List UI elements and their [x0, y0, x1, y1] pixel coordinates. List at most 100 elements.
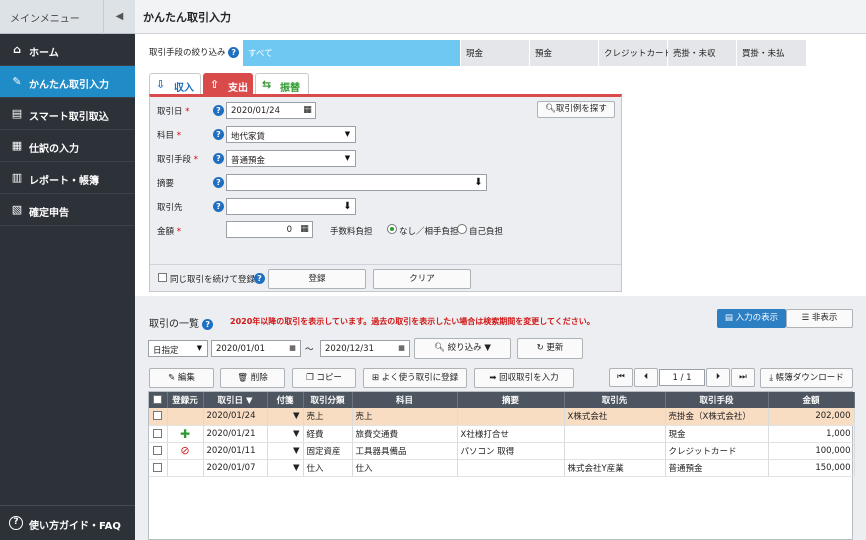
sidebar-item-label: かんたん取引入力 [29, 80, 109, 91]
column-header[interactable]: 取引分類 [303, 392, 353, 408]
help-icon[interactable]: ? [213, 201, 224, 212]
filter-credit-card[interactable]: クレジットカード [599, 40, 672, 66]
cell-method: 普通預金 [665, 459, 769, 477]
edit-button[interactable]: ✎ 編集 [149, 368, 214, 388]
amount-input[interactable]: 0 ▦ [226, 221, 313, 238]
sidebar-item-reports[interactable]: ▥ レポート・帳簿 [0, 162, 135, 194]
sidebar-item-journal[interactable]: ▦ 仕訳の入力 [0, 130, 135, 162]
period-to-input[interactable]: 2020/12/31 ▦ [320, 340, 410, 357]
select-all-cell[interactable] [149, 392, 168, 408]
row-checkbox[interactable] [153, 411, 163, 421]
column-header[interactable]: 科目 [352, 392, 458, 408]
filter-all[interactable]: すべて [243, 40, 460, 66]
first-page-button[interactable]: ⏮ [609, 368, 633, 387]
column-header[interactable]: 登録元 [167, 392, 204, 408]
next-page-button[interactable]: ⏵ [706, 368, 730, 387]
cell-class: 経費 [303, 425, 353, 443]
table-row[interactable]: ⊘ 2020/01/11 ▼ 固定資産 工具器具備品 パソコン 取得 クレジット… [149, 442, 855, 460]
tab-income[interactable]: ⇩ 収入 [149, 73, 201, 95]
period-type-select[interactable]: 日指定 ▼ [148, 340, 208, 357]
account-select[interactable]: 地代家賃 ▼ [226, 126, 356, 143]
tab-expense[interactable]: ⇧ 支出 [203, 73, 253, 95]
clear-button[interactable]: クリア [373, 269, 471, 289]
sidebar-item-label: ホーム [29, 48, 59, 59]
partner-input[interactable]: ⬇ [226, 198, 356, 215]
tag-dropdown-icon[interactable]: ▼ [293, 463, 300, 473]
collapse-icon[interactable]: ◀ [103, 0, 135, 34]
table-row[interactable]: 2020/01/24 ▼ 売上 売上 X株式会社 売掛金（X株式会社） 202,… [149, 408, 855, 426]
tag-dropdown-icon[interactable]: ▼ [293, 429, 300, 439]
sidebar-item-tax-return[interactable]: ▧ 確定申告 [0, 194, 135, 226]
download-button[interactable]: ⤓ 帳簿ダウンロード [760, 368, 853, 388]
period-from-input[interactable]: 2020/01/01 ▦ [211, 340, 301, 357]
last-page-button[interactable]: ⏭ [731, 368, 755, 387]
recurring-button[interactable]: ➡ 回収取引を入力 [474, 368, 574, 388]
refresh-button[interactable]: ↻ 更新 [517, 338, 583, 359]
tab-transfer[interactable]: ⇆ 振替 [255, 73, 309, 95]
filter-payable[interactable]: 買掛・未払 [737, 40, 806, 66]
find-example-button[interactable]: 🔍︎取引例を探す [537, 101, 615, 118]
register-button[interactable]: 登録 [268, 269, 366, 289]
help-icon[interactable]: ? [213, 177, 224, 188]
filter-receivable[interactable]: 売掛・未収 [668, 40, 736, 66]
calendar-icon[interactable]: ▦ [394, 341, 409, 356]
cell-class: 仕入 [303, 459, 353, 477]
filter-button[interactable]: 🔍︎ 絞り込み ▼ [414, 338, 511, 359]
column-header[interactable]: 摘要 [457, 392, 565, 408]
help-faq-link[interactable]: ? 使い方ガイド・FAQ [0, 505, 135, 540]
help-icon[interactable]: ? [254, 273, 265, 284]
fee-radio-none[interactable] [387, 224, 397, 234]
filter-deposit[interactable]: 預金 [530, 40, 598, 66]
fee-radio-self[interactable] [457, 224, 467, 234]
dropdown-arrow-icon[interactable]: ⬇ [340, 199, 355, 214]
favorite-button[interactable]: ⊞ よく使う取引に登録 [363, 368, 467, 388]
copy-button[interactable]: ❐ コピー [292, 368, 356, 388]
help-icon[interactable]: ? [213, 153, 224, 164]
method-select[interactable]: 普通預金 ▼ [226, 150, 356, 167]
sidebar-item-home[interactable]: ⌂ ホーム [0, 34, 135, 66]
column-header-date[interactable]: 取引日 ▼ [203, 392, 268, 408]
calendar-icon[interactable]: ▦ [285, 341, 300, 356]
dropdown-arrow-icon[interactable]: ⬇ [471, 175, 486, 190]
sidebar-item-label: 仕訳の入力 [29, 144, 79, 155]
page-indicator[interactable]: 1 / 1 [659, 369, 705, 386]
repeat-checkbox[interactable] [158, 273, 167, 282]
help-icon[interactable]: ? [213, 129, 224, 140]
column-header[interactable]: 付箋 [267, 392, 304, 408]
sidebar-item-quick-entry[interactable]: ✎ かんたん取引入力 [0, 66, 135, 98]
tab-label: 収入 [174, 83, 194, 94]
tag-dropdown-icon[interactable]: ▼ [293, 411, 300, 421]
pencil-icon: ✎ [168, 373, 176, 383]
sidebar-item-smart-import[interactable]: ▤ スマート取引取込 [0, 98, 135, 130]
table-row[interactable]: 2020/01/07 ▼ 仕入 仕入 株式会社Y産業 普通預金 150,000 [149, 459, 855, 477]
chevron-down-icon: ▼ [196, 344, 203, 352]
filter-cash[interactable]: 現金 [461, 40, 529, 66]
column-header[interactable]: 取引手段 [665, 392, 769, 408]
select-all-checkbox[interactable] [153, 395, 163, 404]
help-icon[interactable]: ? [213, 105, 224, 116]
row-checkbox[interactable] [153, 445, 163, 455]
row-checkbox[interactable] [153, 428, 163, 438]
tag-dropdown-icon[interactable]: ▼ [293, 446, 300, 456]
date-input[interactable]: 2020/01/24 ▦ [226, 102, 316, 119]
calendar-icon[interactable]: ▦ [300, 103, 315, 118]
cell-memo: X社様打合せ [457, 425, 565, 443]
calculator-icon[interactable]: ▦ [297, 222, 312, 237]
question-icon: ? [9, 516, 23, 530]
help-icon[interactable]: ? [202, 319, 214, 330]
partner-label: 取引先 [157, 203, 183, 213]
memo-input[interactable]: ⬇ [226, 174, 487, 191]
cell-memo [457, 408, 565, 426]
help-icon[interactable]: ? [228, 47, 240, 58]
sidebar-item-label: レポート・帳簿 [29, 176, 99, 187]
table-row[interactable]: ✚ 2020/01/21 ▼ 経費 旅費交通費 X社様打合せ 現金 1,000 [149, 425, 855, 443]
hide-input-toggle[interactable]: ☰ 非表示 [786, 309, 853, 328]
column-header[interactable]: 取引先 [564, 392, 666, 408]
prev-page-button[interactable]: ⏴ [634, 368, 658, 387]
row-checkbox[interactable] [153, 462, 163, 472]
copy-icon: ❐ [306, 373, 314, 383]
delete-button[interactable]: 🗑︎ 削除 [220, 368, 285, 388]
method-label-text: 取引手段 [157, 155, 192, 165]
show-input-toggle[interactable]: ▤ 入力の表示 [717, 309, 786, 328]
column-header[interactable]: 金額 [768, 392, 855, 408]
